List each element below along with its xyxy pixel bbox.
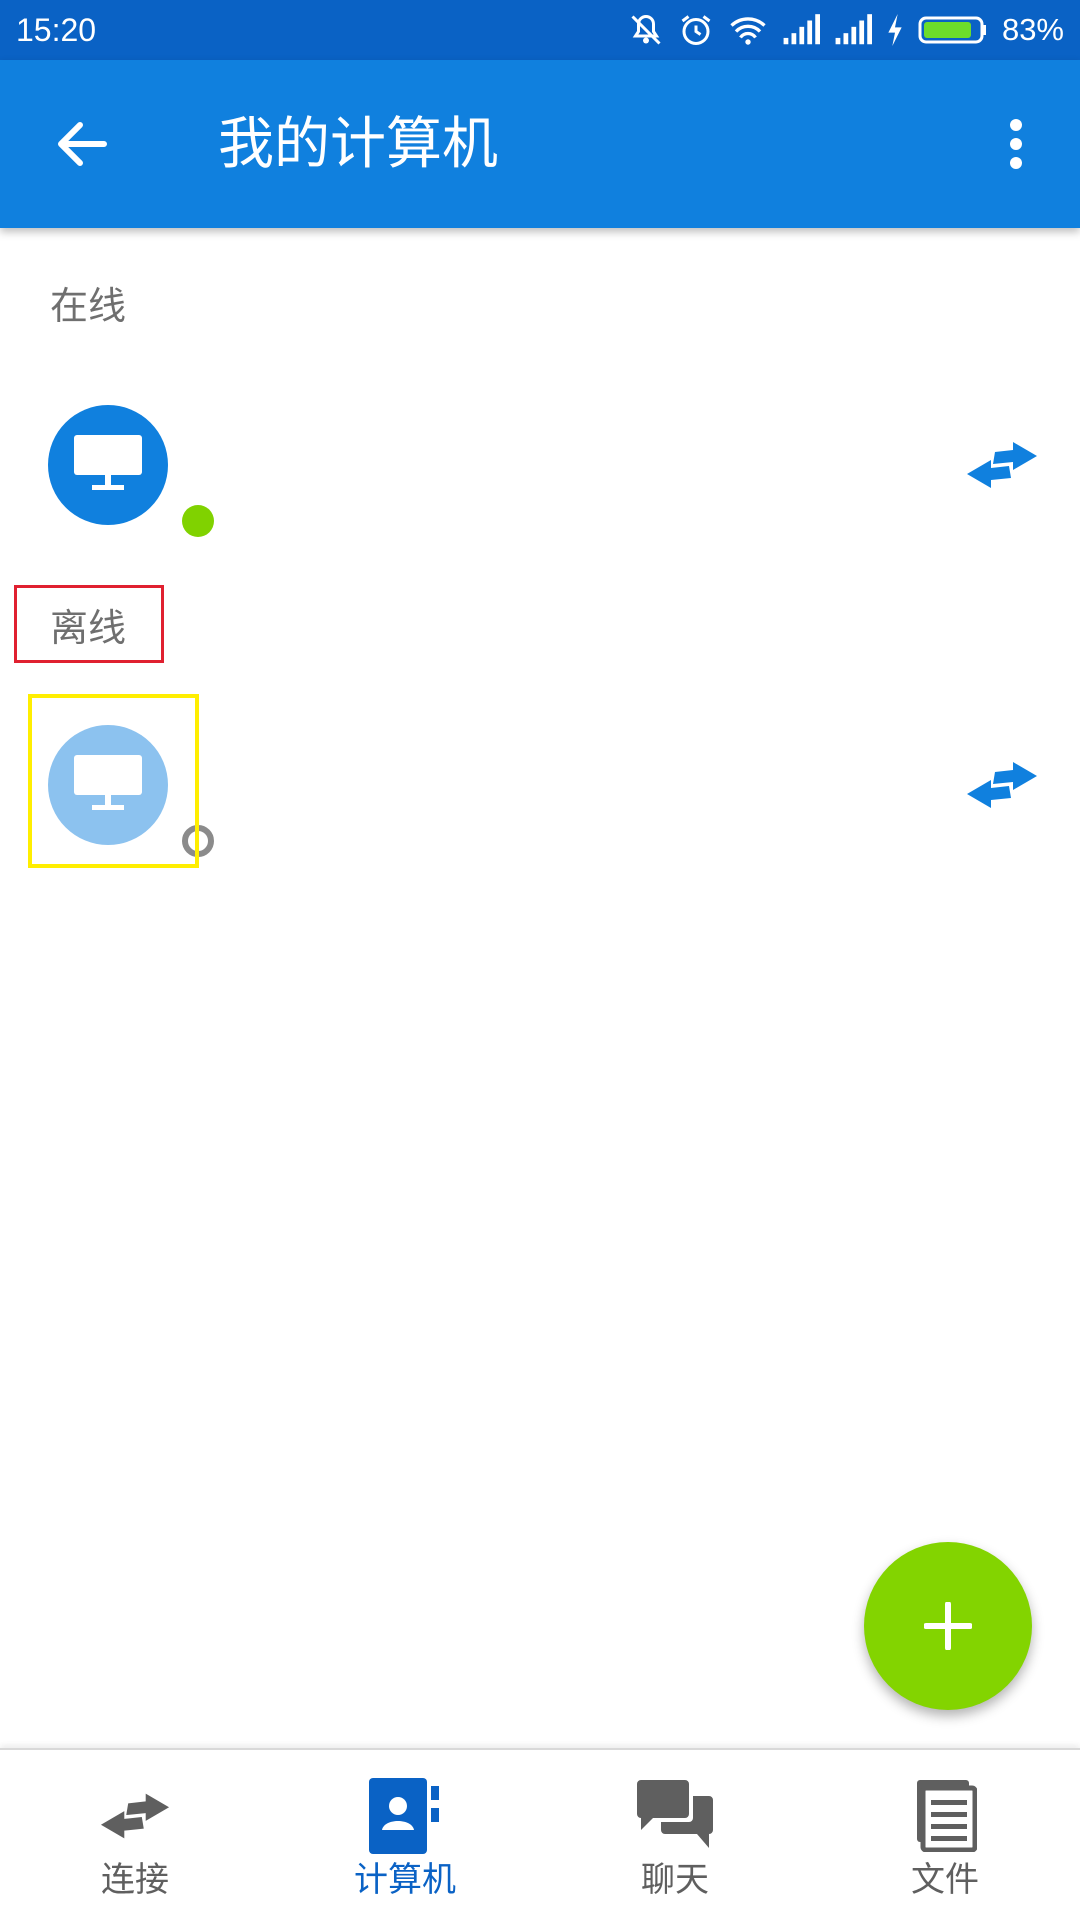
chat-bubbles-icon (637, 1780, 713, 1848)
connect-button[interactable] (964, 430, 1040, 500)
nav-item-connect[interactable]: 连接 (0, 1750, 270, 1920)
nav-label: 文件 (911, 1860, 979, 1900)
connect-arrows-icon (967, 442, 1037, 488)
charging-icon (888, 14, 902, 46)
files-icon (917, 1780, 977, 1852)
status-bar: 15:20 83% (0, 0, 1080, 60)
status-time: 15:20 (16, 12, 97, 48)
online-status-dot (178, 501, 218, 541)
signal-icon (835, 14, 872, 45)
connect-button[interactable] (964, 750, 1040, 820)
plus-icon (924, 1602, 972, 1650)
alarm-icon (681, 15, 711, 45)
battery-percent: 83% (1001, 12, 1064, 47)
offline-avatar-highlight (28, 694, 199, 868)
section-header-offline: 离线 (50, 606, 127, 650)
mute-icon (631, 14, 661, 45)
app-bar: 我的计算机 (0, 60, 1080, 228)
nav-item-computers[interactable]: 计算机 (270, 1750, 540, 1920)
connect-arrows-icon (967, 762, 1037, 808)
more-options-button[interactable] (978, 106, 1054, 182)
bottom-navigation: 连接 计算机 聊天 文件 (0, 1748, 1080, 1920)
nav-item-files[interactable]: 文件 (810, 1750, 1080, 1920)
nav-label: 聊天 (641, 1860, 709, 1900)
arrow-back-icon (58, 122, 107, 166)
nav-label: 连接 (101, 1860, 169, 1900)
monitor-icon (74, 435, 142, 490)
connect-arrows-icon (100, 1793, 170, 1839)
battery-icon (918, 16, 986, 44)
add-computer-button[interactable] (864, 1542, 1032, 1710)
section-header-online: 在线 (50, 284, 127, 328)
nav-item-chat[interactable]: 聊天 (540, 1750, 810, 1920)
computer-avatar (48, 405, 218, 541)
computer-row-online[interactable] (0, 390, 1080, 541)
status-icons: 83% (628, 8, 1064, 52)
nav-label: 计算机 (354, 1860, 456, 1900)
contacts-book-icon (369, 1778, 439, 1854)
page-title: 我的计算机 (218, 112, 498, 177)
signal-icon (783, 14, 820, 45)
back-button[interactable] (44, 106, 120, 182)
wifi-icon (730, 17, 766, 45)
more-vert-icon (1010, 119, 1022, 169)
